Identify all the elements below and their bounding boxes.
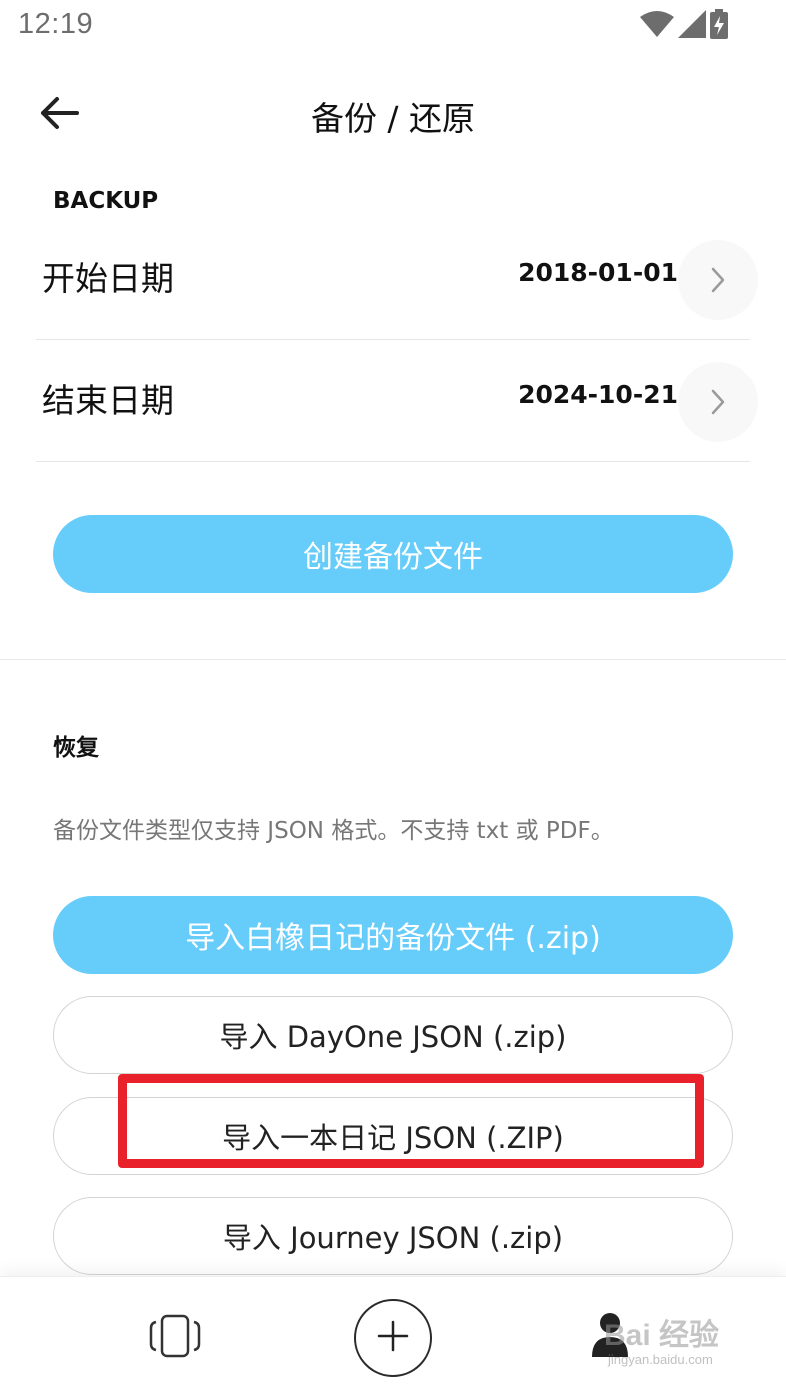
annotation-highlight-box — [118, 1074, 704, 1168]
end-date-label: 结束日期 — [42, 381, 174, 420]
baidu-watermark: Bai 经验 jingyan.baidu.com — [600, 1308, 750, 1378]
import-dayone-button[interactable]: 导入 DayOne JSON (.zip) — [53, 996, 733, 1074]
chevron-right-icon — [678, 362, 758, 442]
import-journey-button[interactable]: 导入 Journey JSON (.zip) — [53, 1197, 733, 1275]
restore-note: 备份文件类型仅支持 JSON 格式。不支持 txt 或 PDF。 — [53, 818, 614, 844]
battery-charging-icon — [710, 9, 728, 43]
app-bar: 备份 / 还原 — [0, 70, 786, 160]
status-bar: 12:19 — [0, 0, 786, 56]
status-time: 12:19 — [18, 8, 94, 40]
start-date-label: 开始日期 — [42, 259, 174, 298]
import-baixiang-backup-button[interactable]: 导入白橡日记的备份文件 (.zip) — [53, 896, 733, 974]
restore-section-label: 恢复 — [53, 735, 99, 761]
end-date-row[interactable]: 结束日期 2024-10-21 — [36, 342, 758, 462]
create-backup-button[interactable]: 创建备份文件 — [53, 515, 733, 593]
section-divider — [0, 659, 786, 660]
start-date-row[interactable]: 开始日期 2018-01-01 — [36, 220, 758, 340]
wifi-icon — [640, 11, 674, 41]
chevron-right-icon — [678, 240, 758, 320]
watermark-subtext: jingyan.baidu.com — [608, 1352, 713, 1367]
end-date-value: 2024-10-21 — [518, 380, 678, 409]
add-icon — [377, 1320, 409, 1356]
status-icons — [640, 9, 728, 43]
signal-icon — [678, 10, 706, 42]
watermark-text: Bai 经验 — [604, 1319, 720, 1352]
nav-add-button[interactable] — [354, 1299, 432, 1377]
cards-icon — [148, 1314, 202, 1362]
start-date-value: 2018-01-01 — [518, 258, 678, 287]
page-title: 备份 / 还原 — [310, 99, 476, 138]
nav-cards-button[interactable] — [140, 1307, 210, 1369]
backup-section-label: BACKUP — [53, 188, 159, 214]
